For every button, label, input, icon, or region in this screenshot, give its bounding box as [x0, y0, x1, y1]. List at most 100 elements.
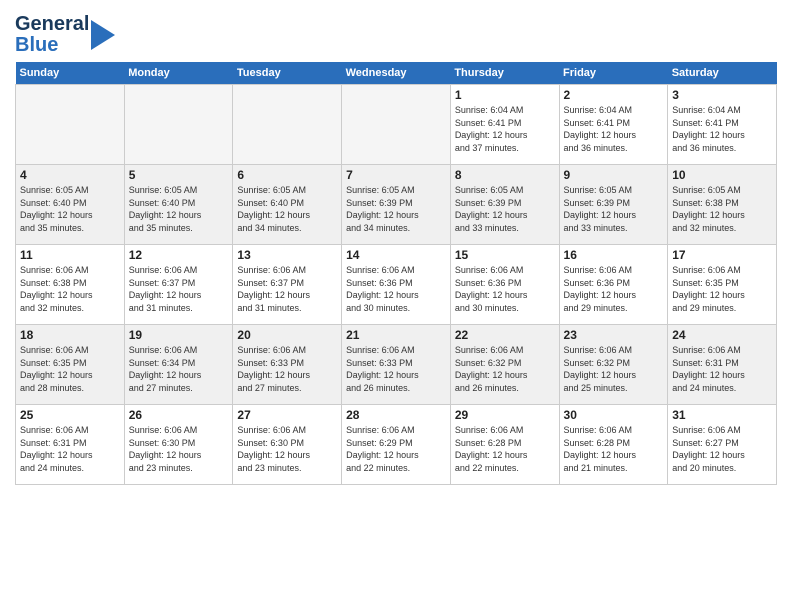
day-cell: 15Sunrise: 6:06 AMSunset: 6:36 PMDayligh…	[450, 245, 559, 325]
day-cell: 23 Sunrise: 6:06 AMSunset: 6:32 PMDayligh…	[559, 325, 668, 405]
day-cell: 27 Sunrise: 6:06 AMSunset: 6:30 PMDayligh…	[233, 405, 342, 485]
day-number: 5	[129, 168, 229, 182]
day-info: Sunrise: 6:06 AMSunset: 6:36 PMDaylight:…	[455, 264, 555, 314]
day-number: 28	[346, 408, 446, 422]
logo-arrow-icon	[91, 20, 115, 50]
day-number: 8	[455, 168, 555, 182]
day-number: 22	[455, 328, 555, 342]
day-number: 23	[564, 328, 664, 342]
week-row-3: 18Sunrise: 6:06 AMSunset: 6:35 PMDayligh…	[16, 325, 777, 405]
day-info: Sunrise: 6:06 AMSunset: 6:34 PMDaylight:…	[129, 344, 229, 394]
page-header: General Blue	[15, 10, 777, 56]
day-number: 6	[237, 168, 337, 182]
day-cell: 7 Sunrise: 6:05 AMSunset: 6:39 PMDaylight…	[342, 165, 451, 245]
day-cell: 9 Sunrise: 6:05 AMSunset: 6:39 PMDaylight…	[559, 165, 668, 245]
day-info: Sunrise: 6:06 AMSunset: 6:31 PMDaylight:…	[20, 424, 120, 474]
day-info: Sunrise: 6:06 AMSunset: 6:29 PMDaylight:…	[346, 424, 446, 474]
weekday-thursday: Thursday	[450, 62, 559, 85]
week-row-1: 4 Sunrise: 6:05 AMSunset: 6:40 PMDaylight…	[16, 165, 777, 245]
day-number: 20	[237, 328, 337, 342]
weekday-tuesday: Tuesday	[233, 62, 342, 85]
weekday-friday: Friday	[559, 62, 668, 85]
day-cell: 25 Sunrise: 6:06 AMSunset: 6:31 PMDayligh…	[16, 405, 125, 485]
day-number: 4	[20, 168, 120, 182]
day-number: 17	[672, 248, 772, 262]
day-info: Sunrise: 6:06 AMSunset: 6:36 PMDaylight:…	[346, 264, 446, 314]
day-number: 29	[455, 408, 555, 422]
day-cell: 29 Sunrise: 6:06 AMSunset: 6:28 PMDayligh…	[450, 405, 559, 485]
day-info: Sunrise: 6:06 AMSunset: 6:33 PMDaylight:…	[346, 344, 446, 394]
day-info: Sunrise: 6:06 AMSunset: 6:32 PMDaylight:…	[564, 344, 664, 394]
day-cell: 4 Sunrise: 6:05 AMSunset: 6:40 PMDaylight…	[16, 165, 125, 245]
day-cell	[233, 85, 342, 165]
weekday-header-row: SundayMondayTuesdayWednesdayThursdayFrid…	[16, 62, 777, 85]
day-info: Sunrise: 6:05 AMSunset: 6:39 PMDaylight:…	[346, 184, 446, 234]
day-info: Sunrise: 6:06 AMSunset: 6:28 PMDaylight:…	[455, 424, 555, 474]
day-info: Sunrise: 6:06 AMSunset: 6:37 PMDaylight:…	[129, 264, 229, 314]
weekday-wednesday: Wednesday	[342, 62, 451, 85]
day-info: Sunrise: 6:05 AMSunset: 6:39 PMDaylight:…	[455, 184, 555, 234]
day-cell: 10 Sunrise: 6:05 AMSunset: 6:38 PMDayligh…	[668, 165, 777, 245]
day-info: Sunrise: 6:06 AMSunset: 6:38 PMDaylight:…	[20, 264, 120, 314]
day-number: 27	[237, 408, 337, 422]
day-cell: 31 Sunrise: 6:06 AMSunset: 6:27 PMDayligh…	[668, 405, 777, 485]
day-cell: 12Sunrise: 6:06 AMSunset: 6:37 PMDayligh…	[124, 245, 233, 325]
day-cell	[124, 85, 233, 165]
day-info: Sunrise: 6:06 AMSunset: 6:35 PMDaylight:…	[20, 344, 120, 394]
day-cell: 28 Sunrise: 6:06 AMSunset: 6:29 PMDayligh…	[342, 405, 451, 485]
day-number: 30	[564, 408, 664, 422]
day-cell: 22 Sunrise: 6:06 AMSunset: 6:32 PMDayligh…	[450, 325, 559, 405]
day-cell: 20Sunrise: 6:06 AMSunset: 6:33 PMDayligh…	[233, 325, 342, 405]
day-number: 24	[672, 328, 772, 342]
day-cell: 26Sunrise: 6:06 AMSunset: 6:30 PMDayligh…	[124, 405, 233, 485]
day-info: Sunrise: 6:05 AMSunset: 6:40 PMDaylight:…	[20, 184, 120, 234]
day-number: 7	[346, 168, 446, 182]
week-row-2: 11Sunrise: 6:06 AMSunset: 6:38 PMDayligh…	[16, 245, 777, 325]
day-number: 16	[564, 248, 664, 262]
calendar-table: SundayMondayTuesdayWednesdayThursdayFrid…	[15, 62, 777, 485]
day-info: Sunrise: 6:06 AMSunset: 6:31 PMDaylight:…	[672, 344, 772, 394]
weekday-saturday: Saturday	[668, 62, 777, 85]
weekday-monday: Monday	[124, 62, 233, 85]
day-info: Sunrise: 6:05 AMSunset: 6:38 PMDaylight:…	[672, 184, 772, 234]
day-number: 31	[672, 408, 772, 422]
day-cell	[16, 85, 125, 165]
day-cell: 30Sunrise: 6:06 AMSunset: 6:28 PMDayligh…	[559, 405, 668, 485]
day-cell: 8 Sunrise: 6:05 AMSunset: 6:39 PMDaylight…	[450, 165, 559, 245]
day-cell: 1Sunrise: 6:04 AMSunset: 6:41 PMDaylight…	[450, 85, 559, 165]
day-cell: 19 Sunrise: 6:06 AMSunset: 6:34 PMDayligh…	[124, 325, 233, 405]
week-row-4: 25 Sunrise: 6:06 AMSunset: 6:31 PMDayligh…	[16, 405, 777, 485]
day-number: 21	[346, 328, 446, 342]
day-info: Sunrise: 6:05 AMSunset: 6:40 PMDaylight:…	[237, 184, 337, 234]
day-cell	[342, 85, 451, 165]
day-info: Sunrise: 6:06 AMSunset: 6:30 PMDaylight:…	[237, 424, 337, 474]
day-info: Sunrise: 6:06 AMSunset: 6:35 PMDaylight:…	[672, 264, 772, 314]
day-number: 25	[20, 408, 120, 422]
day-number: 10	[672, 168, 772, 182]
day-cell: 3 Sunrise: 6:04 AMSunset: 6:41 PMDaylight…	[668, 85, 777, 165]
day-number: 14	[346, 248, 446, 262]
day-number: 19	[129, 328, 229, 342]
day-info: Sunrise: 6:05 AMSunset: 6:39 PMDaylight:…	[564, 184, 664, 234]
day-info: Sunrise: 6:05 AMSunset: 6:40 PMDaylight:…	[129, 184, 229, 234]
calendar-body: 1 Sunrise: 6:04 AMSunset: 6:41 PMDaylight…	[16, 85, 777, 485]
day-cell: 21 Sunrise: 6:06 AMSunset: 6:33 PMDayligh…	[342, 325, 451, 405]
day-cell: 2Sunrise: 6:04 AMSunset: 6:41 PMDaylight…	[559, 85, 668, 165]
day-number: 2	[564, 88, 664, 102]
logo-general: General	[15, 14, 89, 35]
day-number: 1	[455, 88, 555, 102]
day-number: 3	[672, 88, 772, 102]
day-info: Sunrise: 6:06 AMSunset: 6:37 PMDaylight:…	[237, 264, 337, 314]
day-number: 13	[237, 248, 337, 262]
day-cell: 16Sunrise: 6:06 AMSunset: 6:36 PMDayligh…	[559, 245, 668, 325]
day-info: Sunrise: 6:06 AMSunset: 6:32 PMDaylight:…	[455, 344, 555, 394]
week-row-0: 1 Sunrise: 6:04 AMSunset: 6:41 PMDaylight…	[16, 85, 777, 165]
day-info: Sunrise: 6:04 AMSunset: 6:41 PMDaylight:…	[672, 104, 772, 154]
day-cell: 13 Sunrise: 6:06 AMSunset: 6:37 PMDayligh…	[233, 245, 342, 325]
day-cell: 17 Sunrise: 6:06 AMSunset: 6:35 PMDayligh…	[668, 245, 777, 325]
day-cell: 14 Sunrise: 6:06 AMSunset: 6:36 PMDayligh…	[342, 245, 451, 325]
day-info: Sunrise: 6:06 AMSunset: 6:27 PMDaylight:…	[672, 424, 772, 474]
day-number: 9	[564, 168, 664, 182]
weekday-sunday: Sunday	[16, 62, 125, 85]
day-cell: 18Sunrise: 6:06 AMSunset: 6:35 PMDayligh…	[16, 325, 125, 405]
